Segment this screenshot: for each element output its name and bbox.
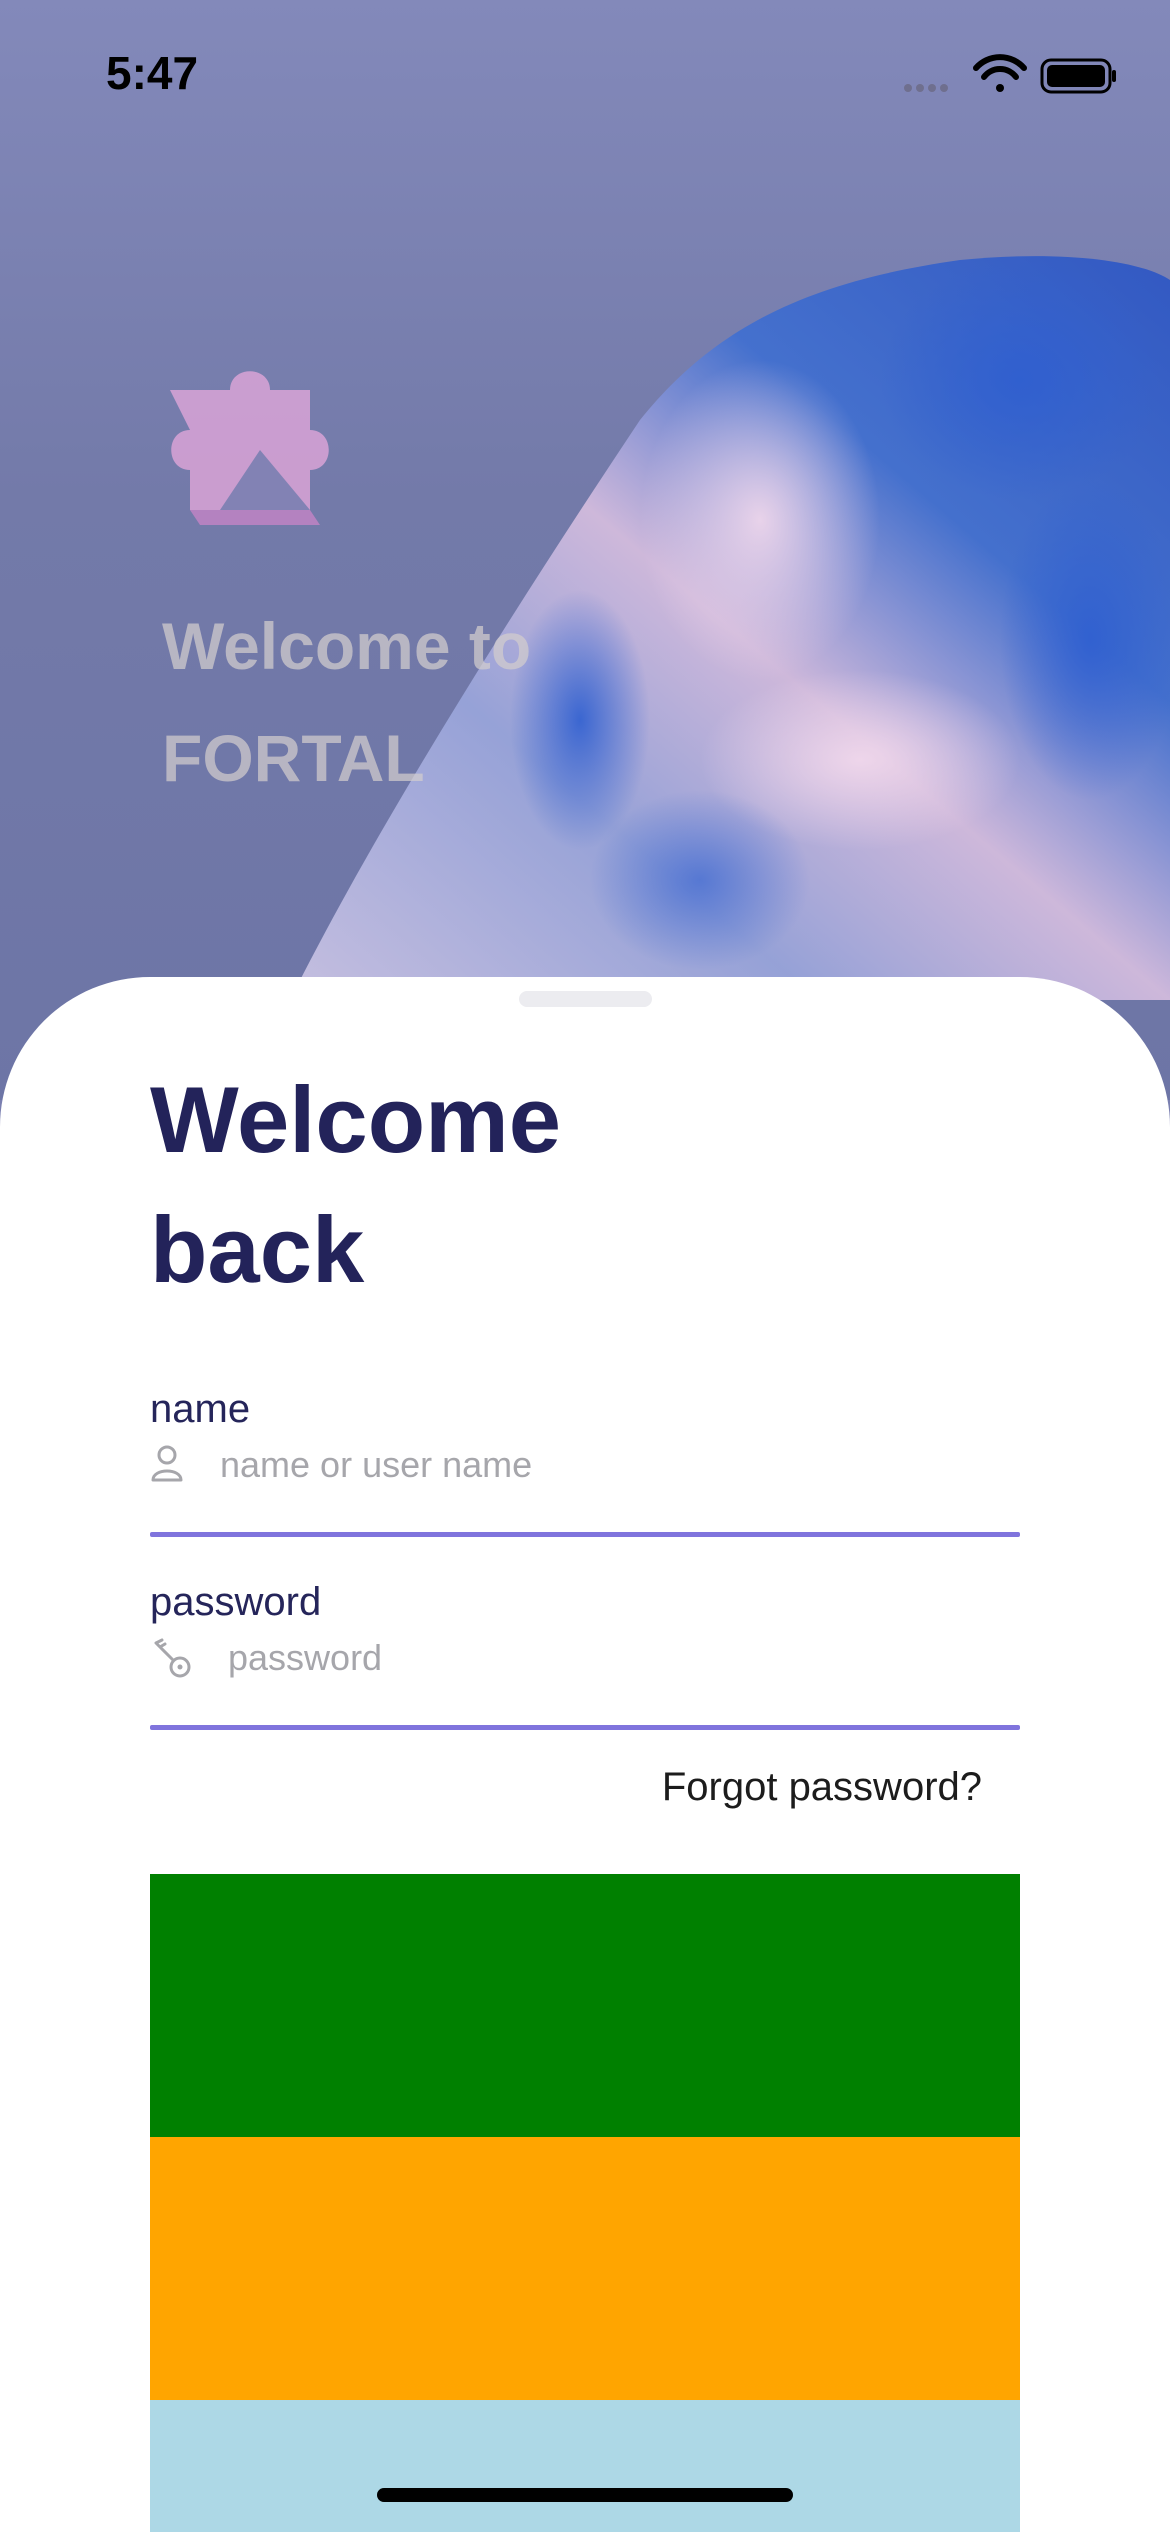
hero-title: Welcome to FORTAL <box>162 590 531 814</box>
status-time: 5:47 <box>106 47 199 99</box>
home-indicator[interactable] <box>377 2488 793 2502</box>
page-title: Welcome back <box>150 1055 561 1315</box>
password-underline <box>150 1725 1020 1730</box>
title-line1: Welcome <box>150 1067 561 1172</box>
password-input[interactable] <box>228 1628 1008 1688</box>
user-icon <box>150 1443 184 1488</box>
password-field-row <box>150 1628 1020 1688</box>
battery-icon <box>1040 58 1116 94</box>
sheet-drag-handle[interactable] <box>519 991 652 1007</box>
hero-title-line1: Welcome to <box>162 609 532 683</box>
name-label: name <box>150 1387 251 1431</box>
light-blue-block <box>150 2400 1020 2532</box>
hero-title-line2: FORTAL <box>162 721 425 795</box>
key-icon <box>150 1636 194 1685</box>
orange-block <box>150 2137 1020 2400</box>
puzzle-piece-icon <box>160 360 400 545</box>
password-label: password <box>150 1580 322 1624</box>
wifi-icon <box>973 54 1027 92</box>
title-line2: back <box>150 1197 365 1302</box>
status-icons <box>900 50 1120 105</box>
green-block <box>150 1874 1020 2137</box>
status-bar: 5:47 <box>0 0 1170 150</box>
signal-icon <box>904 84 948 92</box>
name-underline <box>150 1532 1020 1537</box>
abstract-cloth-graphic <box>290 256 1170 1000</box>
name-field-row <box>150 1435 1020 1495</box>
forgot-password-link[interactable]: Forgot password? <box>662 1765 982 1810</box>
hero-background <box>0 0 1170 1100</box>
name-input[interactable] <box>220 1435 1000 1495</box>
login-sheet: Welcome back name password Forgot passwo… <box>0 977 1170 2532</box>
